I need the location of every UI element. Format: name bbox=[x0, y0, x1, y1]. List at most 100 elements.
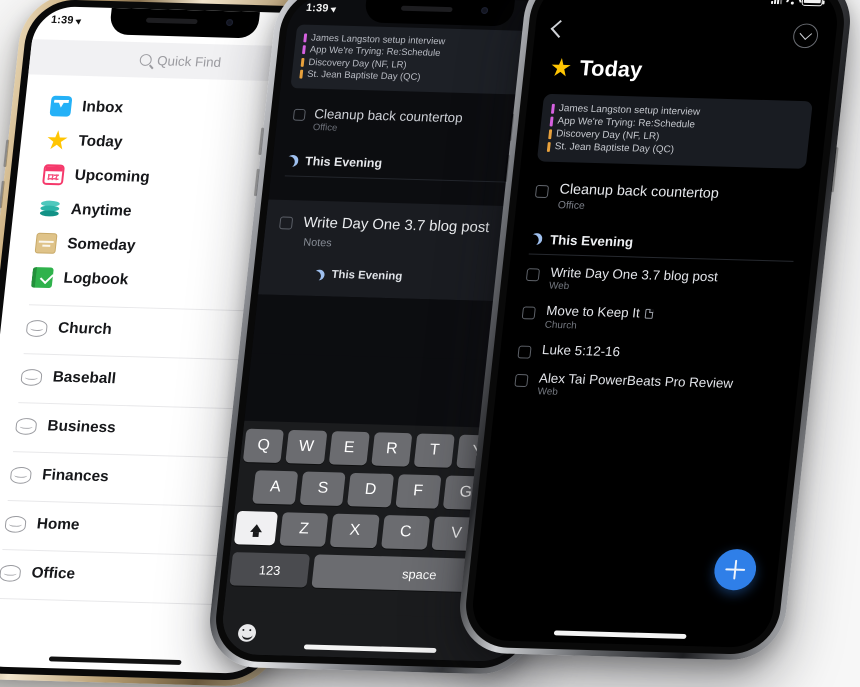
task-checkbox[interactable] bbox=[526, 268, 540, 281]
location-arrow-icon bbox=[75, 16, 82, 24]
area-icon bbox=[10, 467, 33, 484]
shift-icon bbox=[250, 524, 263, 532]
event-color-bar bbox=[551, 103, 555, 113]
sidebar-item-label: Office bbox=[31, 564, 76, 583]
phone-today-view: 1:38 Today bbox=[455, 0, 855, 661]
emoji-icon[interactable] bbox=[237, 624, 257, 642]
status-time: 1:39 bbox=[50, 14, 74, 26]
key-q[interactable]: Q bbox=[243, 429, 284, 463]
task-list: Write Day One 3.7 blog post Web Move to … bbox=[495, 254, 811, 405]
status-time-group: 1:39 bbox=[305, 2, 337, 15]
status-time: 1:39 bbox=[305, 2, 329, 14]
event-color-bar bbox=[303, 33, 306, 42]
task-checkbox[interactable] bbox=[514, 374, 528, 387]
star-icon bbox=[46, 130, 69, 151]
task-row[interactable]: Alex Tai PowerBeats Pro Review Web bbox=[513, 370, 781, 404]
plus-icon bbox=[724, 560, 746, 580]
sidebar-item-label: Someday bbox=[66, 235, 136, 255]
task-subtitle: Church bbox=[544, 319, 651, 333]
layers-icon bbox=[38, 198, 61, 219]
status-right bbox=[771, 0, 823, 6]
task-checkbox[interactable] bbox=[535, 185, 549, 198]
inbox-icon bbox=[49, 96, 72, 117]
event-color-bar bbox=[547, 142, 551, 152]
task-when-label: This Evening bbox=[331, 269, 403, 283]
event-title: Discovery Day (NF, LR) bbox=[556, 129, 660, 143]
task-row[interactable]: Luke 5:12-16 bbox=[517, 341, 784, 365]
task-text-group: Cleanup back countertop Office bbox=[557, 182, 719, 216]
key-e[interactable]: E bbox=[328, 431, 369, 465]
key-d[interactable]: D bbox=[347, 473, 393, 507]
task-text-group: Write Day One 3.7 blog post Web bbox=[548, 265, 718, 297]
divider bbox=[29, 304, 278, 312]
task-row[interactable]: Move to Keep It Church bbox=[521, 303, 789, 337]
area-icon bbox=[26, 320, 49, 337]
moon-icon bbox=[286, 155, 299, 167]
key-c[interactable]: C bbox=[381, 515, 430, 550]
task-checkbox[interactable] bbox=[522, 307, 536, 320]
sidebar-item-label: Church bbox=[57, 319, 113, 338]
area-icon bbox=[0, 565, 21, 582]
search-icon bbox=[139, 54, 152, 66]
book-check-icon bbox=[31, 267, 54, 288]
divider bbox=[2, 549, 251, 557]
divider bbox=[8, 500, 257, 508]
sidebar-item-label: Finances bbox=[41, 466, 109, 485]
sidebar-item-label: Logbook bbox=[63, 269, 130, 288]
key-w[interactable]: W bbox=[286, 430, 327, 464]
search-placeholder: Quick Find bbox=[157, 53, 222, 69]
task-editor-title[interactable]: Write Day One 3.7 blog post bbox=[303, 214, 491, 236]
task-text-group: Luke 5:12-16 bbox=[541, 342, 621, 359]
page-title-label: Today bbox=[578, 56, 643, 83]
home-indicator[interactable] bbox=[554, 630, 687, 639]
event-color-bar bbox=[302, 45, 305, 54]
calendar-icon bbox=[42, 164, 65, 185]
chevron-down-circle-icon[interactable] bbox=[792, 23, 819, 48]
task-checkbox[interactable] bbox=[517, 345, 531, 358]
numbers-key[interactable]: 123 bbox=[229, 552, 310, 587]
task-text-group: Cleanup back countertop Office bbox=[312, 106, 463, 137]
task-title-with-note: Move to Keep It bbox=[546, 303, 654, 321]
task-row[interactable]: Write Day One 3.7 blog post Web bbox=[525, 264, 793, 298]
task-text-group: Move to Keep It Church bbox=[544, 303, 653, 333]
key-a[interactable]: A bbox=[252, 470, 298, 504]
sidebar-item-label: Inbox bbox=[81, 98, 124, 117]
divider bbox=[0, 598, 246, 606]
key-f[interactable]: F bbox=[395, 474, 441, 508]
moon-icon bbox=[530, 233, 543, 245]
divider bbox=[18, 402, 267, 410]
event-color-bar bbox=[548, 129, 552, 139]
cellular-bars-icon bbox=[771, 0, 783, 4]
section-heading-this-evening: This Evening bbox=[530, 232, 796, 254]
key-z[interactable]: Z bbox=[279, 512, 328, 547]
key-s[interactable]: S bbox=[300, 472, 346, 506]
task-row[interactable]: Cleanup back countertop Office bbox=[516, 161, 822, 218]
sidebar-item-label: Home bbox=[36, 515, 80, 534]
section-heading-label: This Evening bbox=[549, 232, 634, 249]
event-title: St. Jean Baptiste Day (QC) bbox=[554, 141, 674, 155]
task-text-group: Alex Tai PowerBeats Pro Review Web bbox=[537, 370, 734, 402]
battery-icon bbox=[801, 0, 823, 6]
location-arrow-icon bbox=[330, 4, 337, 12]
sidebar-item-label: Business bbox=[47, 417, 117, 437]
event-title: St. Jean Baptiste Day (QC) bbox=[307, 69, 421, 83]
divider bbox=[13, 451, 262, 459]
task-checkbox[interactable] bbox=[279, 216, 293, 229]
key-r[interactable]: R bbox=[371, 432, 412, 466]
key-t[interactable]: T bbox=[414, 433, 455, 467]
chevron-down-glyph bbox=[800, 27, 813, 39]
star-icon bbox=[550, 58, 572, 78]
area-icon bbox=[15, 418, 38, 435]
area-icon bbox=[4, 516, 27, 533]
event-title: Discovery Day (NF, LR) bbox=[308, 57, 407, 71]
shift-key[interactable] bbox=[234, 511, 278, 545]
add-task-button[interactable] bbox=[712, 549, 758, 591]
sidebar-item-label: Today bbox=[78, 132, 124, 151]
calendar-events-card[interactable]: James Langston setup interview App We're… bbox=[537, 94, 813, 169]
chevron-left-icon[interactable] bbox=[551, 19, 569, 37]
key-x[interactable]: X bbox=[330, 514, 379, 549]
task-checkbox[interactable] bbox=[293, 108, 306, 120]
divider bbox=[24, 353, 273, 361]
wifi-icon bbox=[786, 0, 799, 5]
home-indicator[interactable] bbox=[49, 656, 182, 665]
